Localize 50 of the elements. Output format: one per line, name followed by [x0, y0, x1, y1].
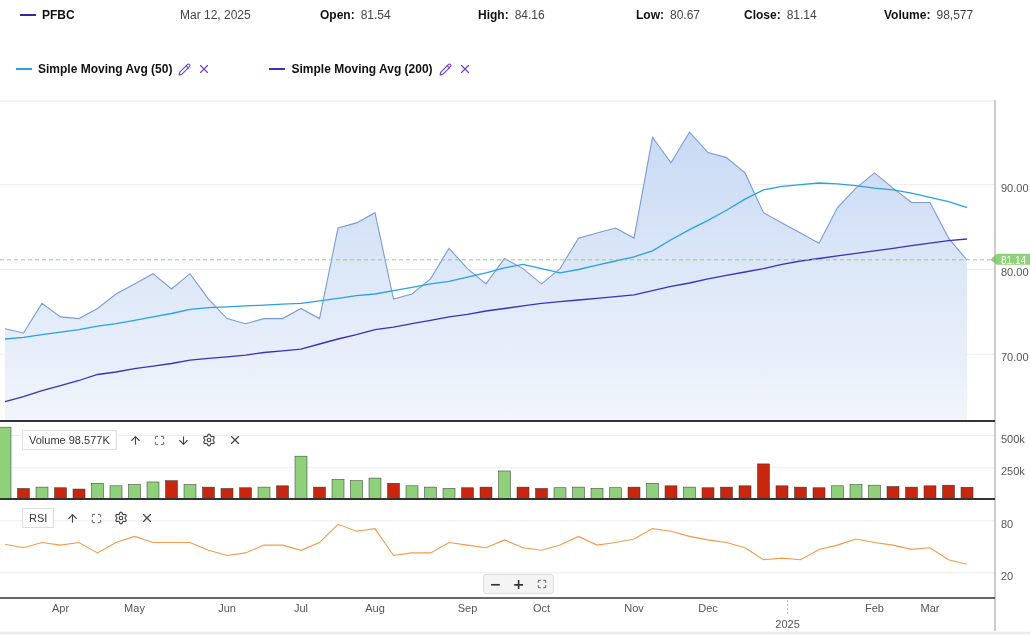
axis-label: Oct [532, 602, 551, 614]
indicator-label: Simple Moving Avg (200) [291, 62, 433, 76]
expand-icon [536, 579, 547, 589]
axis-label: Jul [293, 602, 309, 614]
axis-label: Aug [365, 602, 385, 614]
axis-label: 500k [1001, 432, 1025, 445]
rsi-label: RSI [22, 508, 55, 528]
axis-label: Nov [624, 602, 644, 614]
stat-label: Volume: [884, 8, 931, 22]
axis-label: 70.00 [1001, 351, 1029, 364]
axis-label: Dec [698, 602, 718, 614]
axis-label: 20 [1001, 569, 1014, 582]
settings-icon[interactable] [114, 511, 129, 525]
symbol-label: PFBC [42, 8, 75, 22]
zoom-out-button[interactable]: − [484, 575, 507, 593]
move-up-icon[interactable] [128, 433, 142, 447]
stat-value: 81.14 [786, 8, 817, 22]
stat-value: 98,577 [936, 8, 974, 22]
edit-icon[interactable] [178, 62, 192, 76]
stat-value: 80.67 [670, 8, 701, 22]
year-label: 2025 [775, 618, 800, 630]
date-label: Mar 12, 2025 [180, 8, 251, 22]
zoom-in-button[interactable]: + [507, 575, 530, 593]
axis-label: 80.00 [1001, 266, 1029, 279]
indicator-label: Simple Moving Avg (50) [38, 62, 173, 76]
stat-label: Low: [636, 8, 664, 22]
axis-label: 90.00 [1001, 181, 1029, 194]
expand-icon[interactable] [91, 512, 103, 524]
volume-label: Volume 98.577K [22, 430, 117, 450]
axis-label: Feb [865, 602, 884, 614]
price-tag: 81.14 [990, 253, 1030, 266]
move-down-icon[interactable] [176, 433, 190, 447]
stat-value: 81.54 [360, 8, 391, 22]
expand-icon[interactable] [153, 434, 165, 446]
stat-label: Close: [744, 8, 781, 22]
axis-label: Mar [920, 602, 940, 614]
stat-label: High: [478, 8, 509, 22]
axis-label: 250k [1001, 464, 1025, 477]
axis-label: May [124, 602, 145, 614]
legend-line-icon [20, 14, 36, 16]
settings-icon[interactable] [201, 433, 216, 447]
stat-value: 84.16 [514, 8, 545, 22]
axis-label: Apr [51, 602, 70, 614]
ref-line-label: 81.14 [1001, 254, 1027, 266]
axis-label: Sep [457, 602, 478, 614]
edit-icon[interactable] [438, 62, 452, 76]
move-up-icon[interactable] [66, 511, 80, 525]
stat-label: Open: [320, 8, 355, 22]
axis-label: Jun [218, 602, 236, 614]
axis-label: 80 [1001, 517, 1014, 530]
